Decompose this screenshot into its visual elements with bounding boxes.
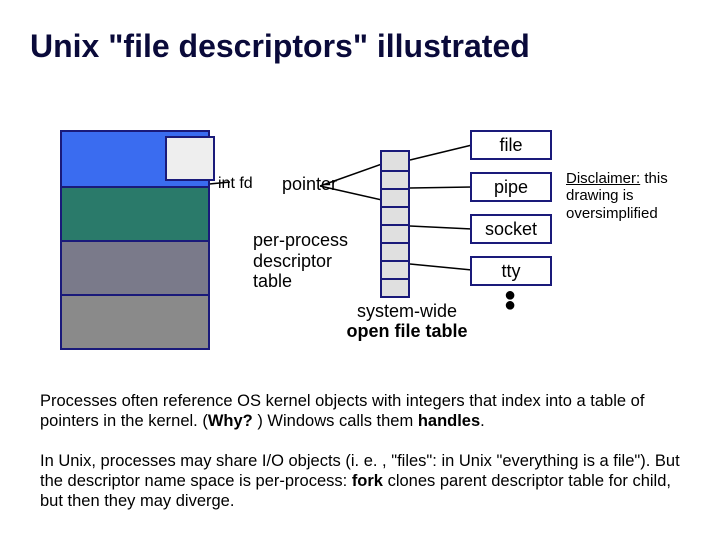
object-pipe: pipe — [470, 172, 552, 202]
paragraph-1: Processes often reference OS kernel obje… — [40, 392, 690, 432]
table-row — [382, 278, 408, 296]
text: ) Windows calls them — [257, 412, 417, 430]
emphasis-why: Why? — [208, 412, 258, 430]
emphasis-handles: handles — [418, 412, 480, 430]
emphasis-fork: fork — [352, 472, 383, 490]
table-row — [382, 188, 408, 206]
table-row — [382, 170, 408, 188]
table-row — [382, 242, 408, 260]
table-row — [382, 206, 408, 224]
text: . — [480, 412, 485, 430]
int-fd-label: int fd — [218, 175, 253, 193]
system-table-label: system-wide open file table — [342, 302, 472, 342]
ellipsis-icon: ●● — [504, 290, 516, 310]
table-row — [382, 152, 408, 170]
pointer-cell — [165, 136, 215, 181]
slide-title: Unix "file descriptors" illustrated — [30, 28, 530, 65]
object-socket: socket — [470, 214, 552, 244]
per-process-label: per-process descriptor table — [253, 230, 373, 292]
object-tty: tty — [470, 256, 552, 286]
pointer-label: pointer — [282, 174, 337, 195]
label-text: system-wide — [357, 301, 457, 321]
paragraph-2: In Unix, processes may share I/O objects… — [40, 452, 690, 511]
table-row — [382, 224, 408, 242]
table-row — [62, 294, 208, 348]
label-text: open file table — [346, 321, 467, 341]
diagram-area: int fd pointer per-process descriptor ta… — [60, 130, 620, 365]
disclaimer-label: Disclaimer: — [566, 170, 640, 187]
object-file: file — [470, 130, 552, 160]
system-open-file-table — [380, 150, 410, 298]
table-row — [62, 186, 208, 240]
table-row — [62, 240, 208, 294]
table-row — [382, 260, 408, 278]
disclaimer-note: Disclaimer: this drawing is oversimplifi… — [566, 170, 676, 222]
